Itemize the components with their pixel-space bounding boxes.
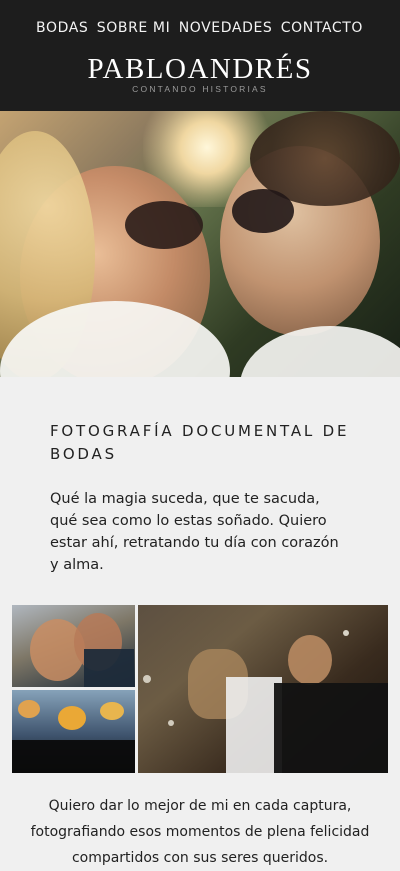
gallery-photo-toast[interactable] bbox=[12, 690, 135, 773]
hero-image bbox=[0, 111, 400, 377]
logo-title: PABLOANDRÉS bbox=[87, 53, 313, 85]
intro-section: FOTOGRAFÍA DOCUMENTAL DE BODAS Qué la ma… bbox=[50, 420, 350, 576]
gallery-photo-couple-kiss[interactable] bbox=[12, 605, 135, 687]
closing-caption: Quiero dar lo mejor de mi en cada captur… bbox=[30, 798, 370, 866]
intro-heading: FOTOGRAFÍA DOCUMENTAL DE BODAS bbox=[50, 422, 350, 463]
main-nav: BODAS SOBRE MI NOVEDADES CONTACTO bbox=[0, 20, 400, 36]
gallery-photo-confetti[interactable] bbox=[138, 605, 388, 773]
intro-text: Qué la magia suceda, que te sacuda, qué … bbox=[50, 491, 339, 573]
hero-sunglasses-right bbox=[232, 189, 294, 233]
site-header: BODAS SOBRE MI NOVEDADES CONTACTO PABLOA… bbox=[0, 0, 400, 111]
logo-subtitle: CONTANDO HISTORIAS bbox=[132, 84, 268, 94]
photo-gallery bbox=[12, 605, 388, 773]
nav-item-novedades[interactable]: NOVEDADES bbox=[179, 20, 273, 36]
hero-sunglasses-left bbox=[125, 201, 203, 249]
logo[interactable]: PABLOANDRÉS CONTANDO HISTORIAS bbox=[0, 52, 400, 94]
nav-item-contacto[interactable]: CONTACTO bbox=[281, 20, 363, 36]
nav-item-sobre-mi[interactable]: SOBRE MI bbox=[97, 20, 171, 36]
hero-right-shoulder bbox=[240, 326, 400, 377]
nav-item-bodas[interactable]: BODAS bbox=[36, 20, 88, 36]
